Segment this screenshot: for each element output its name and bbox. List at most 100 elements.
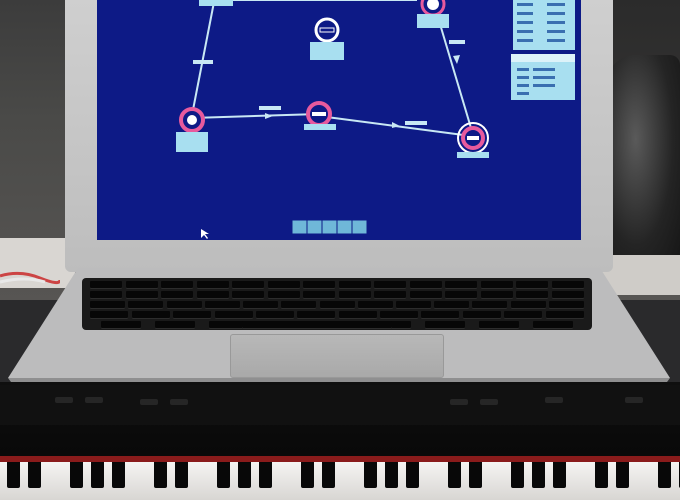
keyboard-key[interactable] (125, 291, 158, 299)
keyboard-key[interactable] (357, 301, 393, 309)
keyboard-key[interactable] (395, 301, 431, 309)
piano-black-key[interactable] (616, 462, 629, 488)
keyboard-key[interactable] (374, 281, 407, 289)
keyboard-key[interactable] (166, 301, 202, 309)
piano-black-key[interactable] (364, 462, 377, 488)
piano-black-key[interactable] (175, 462, 188, 488)
piano-black-key[interactable] (238, 462, 251, 488)
piano-black-key[interactable] (217, 462, 230, 488)
keyboard-key[interactable] (533, 321, 573, 329)
piano-black-key[interactable] (406, 462, 419, 488)
piano-black-key[interactable] (28, 462, 41, 488)
keyboard-key[interactable] (480, 291, 513, 299)
keyboard-key[interactable] (462, 311, 501, 319)
keyboard-key[interactable] (516, 291, 549, 299)
keyboard-key[interactable] (374, 291, 407, 299)
dock-item (306, 219, 323, 235)
piano-black-key[interactable] (154, 462, 167, 488)
piano-black-key[interactable] (322, 462, 335, 488)
keyboard-key[interactable] (173, 311, 212, 319)
keyboard-key[interactable] (319, 301, 355, 309)
keyboard-key[interactable] (90, 311, 129, 319)
keyboard-key[interactable] (297, 311, 336, 319)
piano-button[interactable] (625, 397, 643, 403)
piano-button[interactable] (450, 399, 468, 405)
keyboard-key[interactable] (421, 311, 460, 319)
piano-button[interactable] (140, 399, 158, 405)
piano-black-key[interactable] (511, 462, 524, 488)
keyboard-key[interactable] (125, 281, 158, 289)
keyboard-key[interactable] (161, 291, 194, 299)
keyboard-key[interactable] (303, 291, 336, 299)
keyboard-key[interactable] (425, 321, 465, 329)
keyboard-key[interactable] (338, 281, 371, 289)
keyboard-key[interactable] (161, 281, 194, 289)
piano-button[interactable] (55, 397, 73, 403)
keyboard-key[interactable] (504, 311, 543, 319)
keyboard-key[interactable] (281, 301, 317, 309)
piano-black-key[interactable] (448, 462, 461, 488)
keyboard-key[interactable] (445, 291, 478, 299)
graph-node (304, 101, 336, 130)
piano-black-key[interactable] (7, 462, 20, 488)
keyboard-key[interactable] (232, 281, 265, 289)
piano-black-key[interactable] (91, 462, 104, 488)
piano-black-key[interactable] (70, 462, 83, 488)
keyboard-key[interactable] (128, 301, 164, 309)
piano-black-key[interactable] (112, 462, 125, 488)
keyboard-key[interactable] (214, 311, 253, 319)
keyboard-key[interactable] (472, 301, 508, 309)
keyboard-key[interactable] (255, 311, 294, 319)
keyboard-key[interactable] (196, 291, 229, 299)
keyboard-key[interactable] (155, 321, 195, 329)
keyboard-key[interactable] (380, 311, 419, 319)
piano-black-key[interactable] (385, 462, 398, 488)
edge-label (405, 121, 427, 125)
keyboard-key[interactable] (545, 311, 584, 319)
keyboard-key[interactable] (243, 301, 279, 309)
keyboard-key[interactable] (551, 281, 584, 289)
keyboard-key[interactable] (434, 301, 470, 309)
piano-black-key[interactable] (553, 462, 566, 488)
keyboard-key[interactable] (101, 321, 141, 329)
keyboard-key[interactable] (510, 301, 546, 309)
piano-black-key[interactable] (595, 462, 608, 488)
keyboard-spacebar[interactable] (242, 321, 392, 329)
keyboard-key[interactable] (409, 281, 442, 289)
piano-black-key[interactable] (658, 462, 671, 488)
keyboard-key[interactable] (516, 281, 549, 289)
piano-button[interactable] (480, 399, 498, 405)
keyboard-key[interactable] (479, 321, 519, 329)
keyboard-key[interactable] (204, 301, 240, 309)
graph-node (176, 107, 208, 152)
arrow-icon (453, 55, 460, 64)
keyboard-key[interactable] (90, 291, 123, 299)
piano-keys (0, 462, 680, 500)
trackpad[interactable] (230, 334, 444, 378)
keyboard-key[interactable] (548, 301, 584, 309)
keyboard-key[interactable] (338, 291, 371, 299)
keyboard-key[interactable] (338, 311, 377, 319)
piano-button[interactable] (170, 399, 188, 405)
edge-arrows (265, 55, 460, 128)
piano-black-key[interactable] (469, 462, 482, 488)
keyboard-key[interactable] (480, 281, 513, 289)
piano-black-key[interactable] (301, 462, 314, 488)
keyboard-key[interactable] (90, 301, 126, 309)
keyboard-key[interactable] (267, 281, 300, 289)
keyboard-key[interactable] (303, 281, 336, 289)
keyboard-key[interactable] (131, 311, 170, 319)
piano-black-key[interactable] (259, 462, 272, 488)
laptop-keyboard (82, 278, 592, 330)
keyboard-key[interactable] (90, 281, 123, 289)
piano-button[interactable] (545, 397, 563, 403)
keyboard-key[interactable] (551, 291, 584, 299)
piano-button[interactable] (85, 397, 103, 403)
keyboard-key[interactable] (409, 291, 442, 299)
laptop-screen (97, 0, 581, 240)
keyboard-key[interactable] (445, 281, 478, 289)
keyboard-key[interactable] (267, 291, 300, 299)
keyboard-key[interactable] (196, 281, 229, 289)
keyboard-key[interactable] (232, 291, 265, 299)
piano-black-key[interactable] (532, 462, 545, 488)
